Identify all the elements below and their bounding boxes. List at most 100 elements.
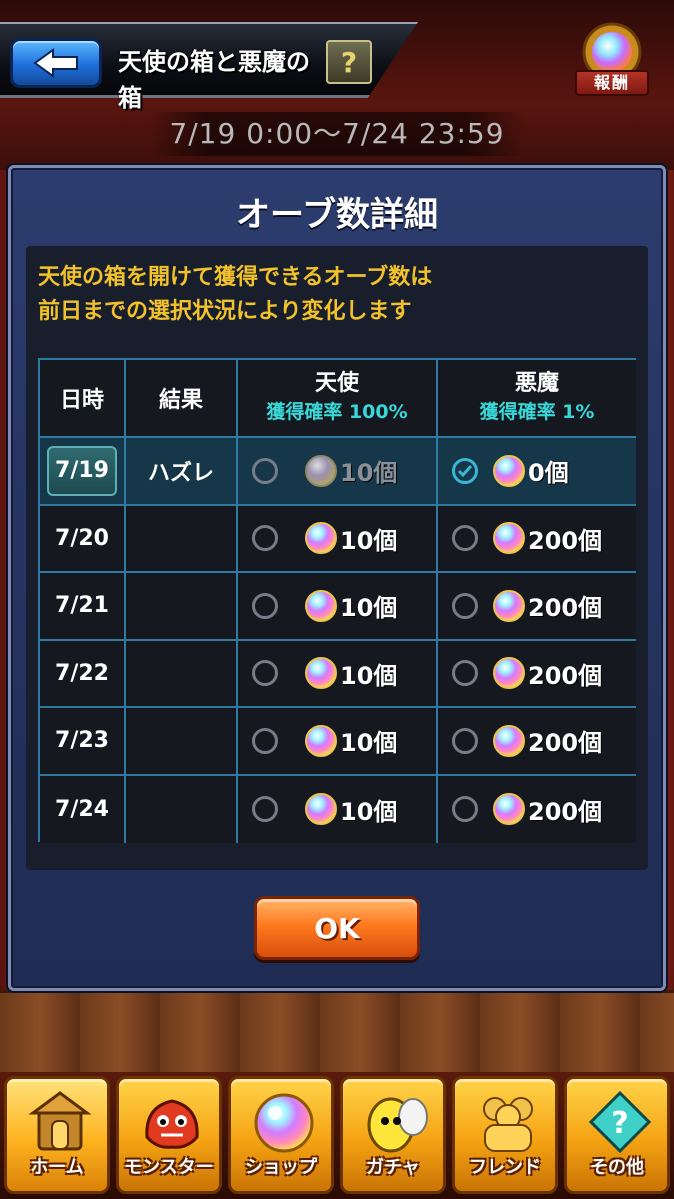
devil-option[interactable]: 200個 <box>438 573 636 639</box>
orb-icon <box>493 522 525 555</box>
result-cell <box>126 505 238 573</box>
angel-radio[interactable] <box>252 525 278 552</box>
orb-icon <box>305 589 337 622</box>
friends-icon <box>483 1097 533 1152</box>
header-result: 結果 <box>126 360 238 438</box>
angel-option[interactable]: 10個 <box>238 708 436 774</box>
svg-text:?: ? <box>611 1106 628 1141</box>
orb-icon <box>493 724 525 757</box>
ok-button[interactable]: OK <box>254 896 420 960</box>
devil-orb-count: 200個 <box>528 526 603 555</box>
date-label: 7/24 <box>55 796 109 822</box>
orb-icon <box>493 454 525 487</box>
angel-option[interactable]: 10個 <box>238 641 436 707</box>
notice-text-line-1: 天使の箱を開けて獲得できるオーブ数は <box>38 265 433 290</box>
reward-label[interactable]: 報酬 <box>575 70 649 96</box>
angel-orb-count: 10個 <box>340 526 398 555</box>
devil-orb-count: 200個 <box>528 661 603 690</box>
angel-option-cell: 10個 <box>238 505 438 573</box>
result-cell <box>126 708 238 776</box>
devil-orb-count: 200個 <box>528 797 603 826</box>
home-icon <box>28 1091 92 1151</box>
angel-option-cell: 10個 <box>238 640 438 708</box>
date-cell: 7/19 <box>40 438 126 506</box>
devil-option-cell: 200個 <box>438 573 636 641</box>
dialog-title: オーブ数詳細 <box>236 195 438 235</box>
nav-label: ガチャ <box>366 1157 420 1178</box>
back-arrow-icon <box>33 48 78 78</box>
nav-label: その他 <box>590 1157 644 1178</box>
nav-item-orb-shop[interactable]: ショップ <box>228 1076 334 1194</box>
angel-option[interactable]: 10個 <box>238 776 436 844</box>
devil-option-cell: 200個 <box>438 505 636 573</box>
result-cell <box>126 775 238 843</box>
angel-option-cell: 10個 <box>238 708 438 776</box>
date-cell: 7/24 <box>40 775 126 843</box>
help-button[interactable]: ? <box>326 40 372 84</box>
devil-option-cell: 0個 <box>438 438 636 506</box>
orb-icon <box>493 589 525 622</box>
date-label: 7/21 <box>55 593 109 619</box>
devil-option[interactable]: 200個 <box>438 641 636 707</box>
angel-orb-count: 10個 <box>340 729 398 758</box>
devil-radio[interactable] <box>452 457 478 484</box>
nav-label: ショップ <box>245 1157 317 1178</box>
date-cell: 7/20 <box>40 505 126 573</box>
devil-radio[interactable] <box>452 727 478 754</box>
orb-icon <box>493 657 525 690</box>
devil-option[interactable]: 200個 <box>438 708 636 774</box>
header-angel-label: 天使 <box>314 371 359 396</box>
devil-option[interactable]: 200個 <box>438 506 636 572</box>
devil-option[interactable]: 0個 <box>438 438 636 504</box>
nav-label: モンスター <box>124 1157 214 1178</box>
orb-shop-icon <box>254 1093 314 1153</box>
devil-radio[interactable] <box>452 660 478 687</box>
angel-option[interactable]: 10個 <box>238 573 436 639</box>
date-cell: 7/22 <box>40 640 126 708</box>
result-cell <box>126 640 238 708</box>
angel-option[interactable]: 10個 <box>238 506 436 572</box>
event-period: 7/19 0:00〜7/24 23:59 <box>169 117 505 150</box>
nav-label: ホーム <box>30 1157 84 1178</box>
nav-item-other[interactable]: ? その他 <box>564 1076 670 1194</box>
devil-radio[interactable] <box>452 796 478 823</box>
angel-radio[interactable] <box>252 457 278 484</box>
orb-icon <box>493 793 525 826</box>
header-date: 日時 <box>40 360 126 438</box>
header-devil-rate: 獲得確率 1% <box>479 401 595 423</box>
angel-option-cell: 10個 <box>238 775 438 844</box>
angel-option-cell: 10個 <box>238 573 438 641</box>
header-devil-label: 悪魔 <box>514 371 559 396</box>
orb-icon <box>305 454 337 487</box>
angel-radio[interactable] <box>252 727 278 754</box>
monster-icon <box>145 1099 199 1149</box>
page-title: 天使の箱と悪魔の箱 <box>118 48 310 112</box>
nav-item-gacha-egg[interactable]: ガチャ <box>340 1076 446 1194</box>
angel-orb-count: 10個 <box>340 594 398 623</box>
back-button[interactable] <box>10 38 102 88</box>
angel-option[interactable]: 10個 <box>238 438 436 504</box>
angel-orb-count: 10個 <box>340 797 398 826</box>
nav-label: フレンド <box>469 1157 541 1178</box>
orb-icon <box>305 793 337 826</box>
date-cell: 7/21 <box>40 573 126 641</box>
date-cell: 7/23 <box>40 708 126 776</box>
header-angel: 天使 獲得確率 100% <box>238 360 438 438</box>
devil-option[interactable]: 200個 <box>438 776 636 844</box>
devil-radio[interactable] <box>452 525 478 552</box>
devil-option-cell: 200個 <box>438 708 636 776</box>
nav-item-home[interactable]: ホーム <box>4 1076 110 1194</box>
orb-icon <box>305 657 337 690</box>
orb-icon <box>305 724 337 757</box>
angel-option-cell: 10個 <box>238 438 438 506</box>
angel-radio[interactable] <box>252 796 278 823</box>
stage-floor <box>0 990 674 1080</box>
devil-radio[interactable] <box>452 592 478 619</box>
angel-radio[interactable] <box>252 660 278 687</box>
result-cell <box>126 573 238 641</box>
orb-detail-table: 日時 結果 天使 獲得確率 100% 悪魔 獲得確率 1% 7/19 ハズレ 10個… <box>38 358 636 844</box>
nav-item-friends[interactable]: フレンド <box>452 1076 558 1194</box>
header-devil: 悪魔 獲得確率 1% <box>438 360 636 438</box>
nav-item-monster[interactable]: モンスター <box>116 1076 222 1194</box>
angel-radio[interactable] <box>252 592 278 619</box>
